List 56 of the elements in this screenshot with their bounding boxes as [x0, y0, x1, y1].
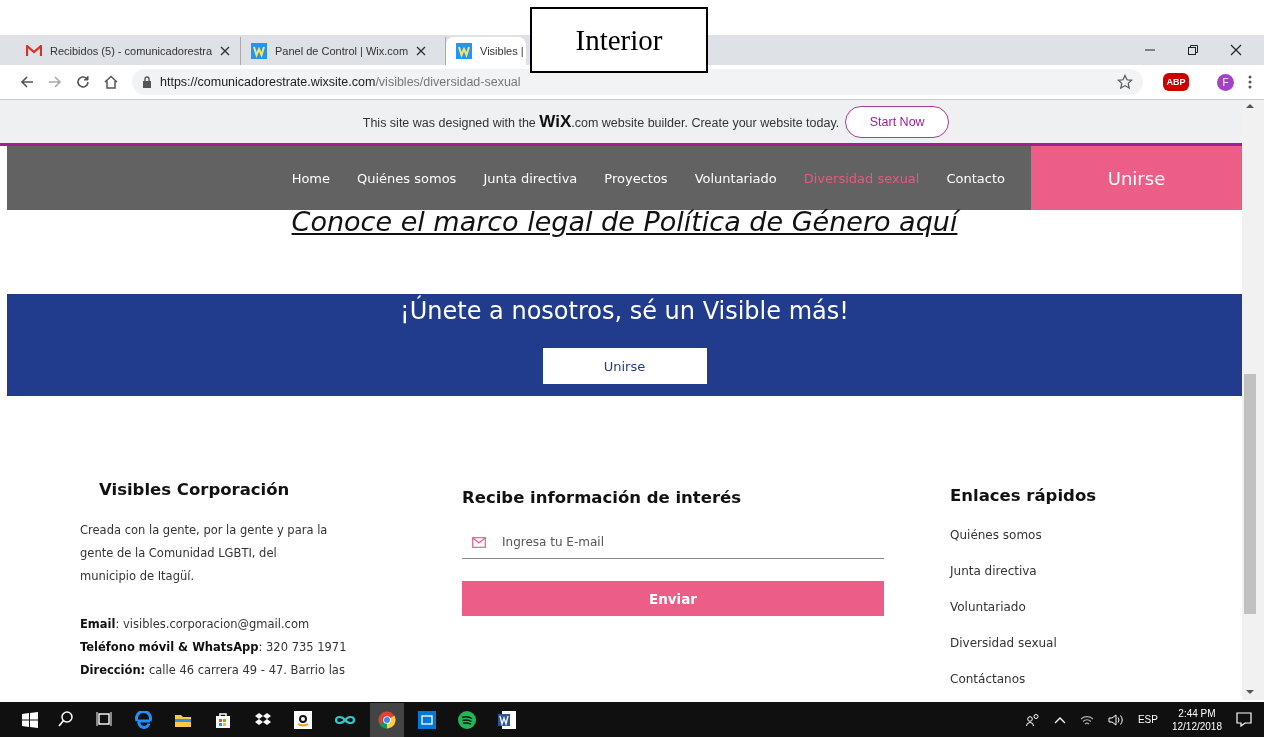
url-text: https://comunicadorestrate.wixsite.com/visibles/diversidad-sexual [160, 75, 522, 89]
wix-icon [251, 43, 267, 59]
footer-link[interactable]: Quiénes somos [950, 528, 1097, 547]
home-icon[interactable] [104, 75, 118, 89]
address-field[interactable]: https://comunicadorestrate.wixsite.com/visibles/diversidad-sexual [132, 69, 1143, 95]
about-text: Creada con la gente, por la gente y para la gente de la Comunidad LGBTI, del municipio de Itagüí. [80, 522, 328, 585]
browser-tab[interactable]: Panel de Control | Wix.com [241, 37, 446, 65]
envelope-icon [472, 537, 486, 548]
browser-tab[interactable]: Recibidos (5) - comunicadorestra [16, 37, 241, 65]
clock-date[interactable]: 12/12/2018 [1171, 719, 1222, 733]
chevron-up-icon[interactable] [1053, 715, 1066, 724]
notification-icon[interactable] [1236, 712, 1252, 727]
star-icon[interactable] [1117, 74, 1133, 90]
footer-heading: Recibe información de interés [462, 488, 743, 507]
footer-link[interactable]: Diversidad sexual [950, 636, 1097, 655]
chrome-icon[interactable] [370, 702, 404, 737]
nav-link[interactable]: Contacto [946, 170, 1005, 186]
browser-tab[interactable]: Visibles | [446, 37, 526, 65]
wifi-icon[interactable] [1079, 713, 1094, 726]
footer-link[interactable]: Voluntariado [950, 600, 1097, 619]
wix-icon [456, 43, 472, 59]
nav-link[interactable]: Junta directiva [483, 170, 578, 186]
back-icon[interactable] [20, 75, 34, 89]
profile-avatar[interactable]: F [1217, 73, 1234, 91]
extension-icon[interactable]: ABP [1163, 73, 1189, 91]
contact-line: Dirección: calle 46 carrera 49 - 47. Barrio las [80, 662, 346, 679]
contact-line: Teléfono móvil & WhatsApp: 320 735 1971 [80, 639, 348, 656]
windows-start-icon[interactable] [22, 711, 38, 728]
people-icon[interactable] [1025, 712, 1040, 727]
join-heading: ¡Únete a nosotros, sé un Visible más! [400, 297, 849, 327]
footer-heading: Visibles Corporación [99, 480, 291, 499]
close-icon[interactable] [1230, 44, 1242, 56]
restore-icon[interactable] [1187, 44, 1199, 56]
join-button[interactable]: Unirse [542, 348, 707, 384]
close-icon[interactable] [416, 46, 427, 56]
annotation-label: Interior [530, 7, 708, 73]
footer-link[interactable]: Junta directiva [950, 564, 1097, 583]
nav-link[interactable]: Home [291, 170, 331, 186]
footer-heading: Enlaces rápidos [950, 486, 1097, 505]
mail-icon [26, 45, 42, 57]
start-now-button[interactable]: Start Now [845, 105, 950, 138]
lock-icon [142, 76, 152, 88]
scrollbar[interactable] [1242, 100, 1264, 700]
volume-icon[interactable] [1107, 713, 1124, 726]
email-field[interactable]: Ingresa tu E-mail [462, 525, 884, 559]
contact-line: Email: visibles.corporacion@gmail.com [80, 616, 311, 633]
language-indicator[interactable]: ESP [1137, 714, 1158, 725]
footer-link[interactable]: Contáctanos [950, 672, 1097, 691]
clock-time[interactable]: 2:44 PM [1178, 706, 1216, 720]
nav-link[interactable]: Voluntariado [694, 170, 777, 186]
reload-icon[interactable] [76, 75, 90, 89]
close-icon[interactable] [220, 46, 230, 56]
nav-link[interactable]: Proyectos [604, 170, 668, 186]
banner-text: This site was designed with the WiX.com website builder. Create your website today. [362, 111, 840, 132]
menu-icon[interactable] [1248, 75, 1252, 89]
nav-link[interactable]: Quiénes somos [357, 170, 457, 186]
